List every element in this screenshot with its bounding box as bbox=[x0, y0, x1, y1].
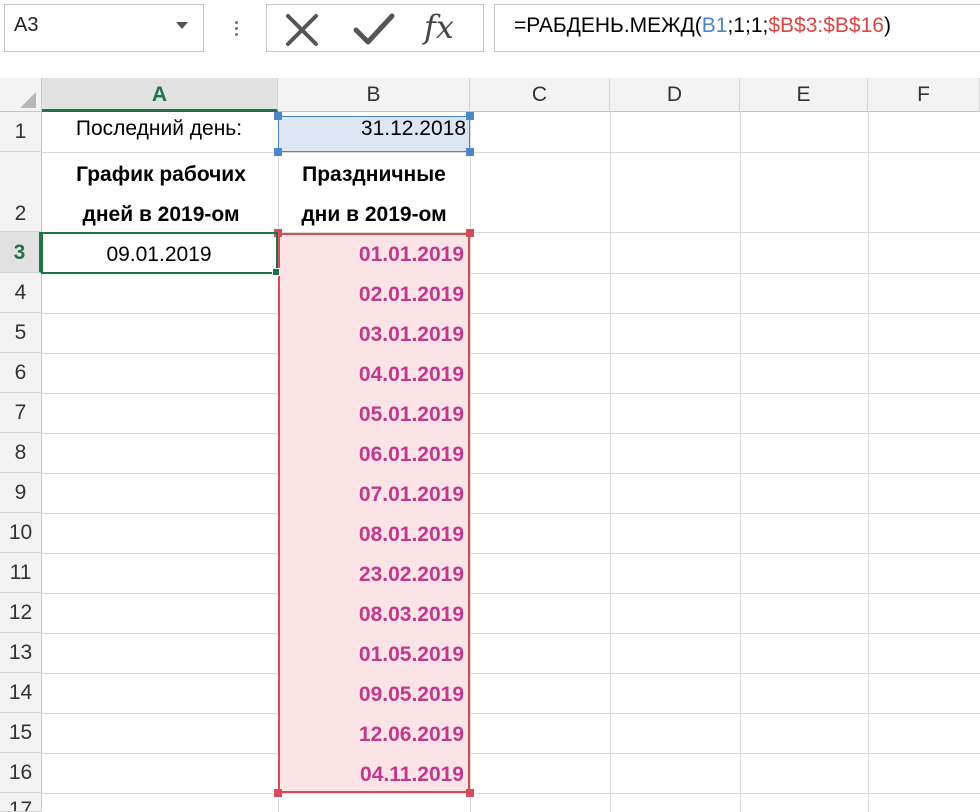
formula-mid: ;1;1; bbox=[727, 14, 769, 37]
holiday-cell[interactable]: 03.01.2019 bbox=[280, 323, 464, 347]
cell-a2-line1[interactable]: График рабочих bbox=[44, 163, 278, 187]
row-header-17[interactable]: 17 bbox=[0, 793, 42, 812]
grid-line bbox=[42, 393, 980, 394]
row-header-1[interactable]: 1 bbox=[0, 112, 42, 152]
column-header-b[interactable]: B bbox=[278, 78, 470, 112]
row-header-11[interactable]: 11 bbox=[0, 553, 42, 593]
cell-a1[interactable]: Последний день: bbox=[44, 117, 274, 141]
grid-line bbox=[740, 112, 741, 812]
row-header-12[interactable]: 12 bbox=[0, 593, 42, 633]
cancel-icon[interactable] bbox=[282, 12, 322, 48]
formula-ref-b1: B1 bbox=[701, 14, 728, 37]
cell-b2-line2[interactable]: дни в 2019-ом bbox=[278, 203, 470, 227]
holiday-cell[interactable]: 08.03.2019 bbox=[280, 603, 464, 627]
grid-line bbox=[42, 673, 980, 674]
row-header-9[interactable]: 9 bbox=[0, 473, 42, 513]
holiday-cell[interactable]: 04.01.2019 bbox=[280, 363, 464, 387]
select-all-icon bbox=[20, 92, 36, 108]
row-header-3[interactable]: 3 bbox=[0, 232, 42, 273]
grid-line bbox=[42, 713, 980, 714]
row-header-13[interactable]: 13 bbox=[0, 633, 42, 673]
holiday-range-highlight bbox=[278, 233, 470, 793]
row-header-5[interactable]: 5 bbox=[0, 313, 42, 353]
holiday-cell[interactable]: 07.01.2019 bbox=[280, 483, 464, 507]
column-header-e[interactable]: E bbox=[740, 78, 868, 112]
check-icon[interactable] bbox=[352, 12, 396, 48]
formula-text: =РАБДЕНЬ.МЕЖД(B1;1;1;$B$3:$B$16) bbox=[514, 14, 891, 38]
more-options-icon[interactable] bbox=[228, 18, 244, 48]
row-header-6[interactable]: 6 bbox=[0, 353, 42, 393]
grid-line bbox=[42, 313, 980, 314]
holiday-cell[interactable]: 12.06.2019 bbox=[280, 723, 464, 747]
row-header-7[interactable]: 7 bbox=[0, 393, 42, 433]
grid-line bbox=[610, 112, 611, 812]
grid-line bbox=[42, 553, 980, 554]
range-handle-holidays-tr[interactable] bbox=[466, 229, 474, 237]
range-handle-b1-bl[interactable] bbox=[274, 148, 282, 156]
active-cell-border bbox=[41, 232, 278, 274]
holiday-cell[interactable]: 23.02.2019 bbox=[280, 563, 464, 587]
fill-handle[interactable] bbox=[272, 268, 280, 276]
row-header-16[interactable]: 16 bbox=[0, 753, 42, 793]
holiday-cell[interactable]: 09.05.2019 bbox=[280, 683, 464, 707]
formula-prefix: =РАБДЕНЬ.МЕЖД( bbox=[514, 14, 702, 37]
grid-line bbox=[42, 513, 980, 514]
range-handle-holidays-bl[interactable] bbox=[274, 789, 282, 797]
range-handle-holidays-br[interactable] bbox=[466, 789, 474, 797]
column-header-d[interactable]: D bbox=[610, 78, 740, 112]
column-header-a[interactable]: A bbox=[42, 78, 278, 112]
insert-function-icon[interactable]: fx bbox=[424, 8, 476, 50]
grid-line bbox=[42, 152, 980, 153]
grid-line bbox=[42, 793, 980, 794]
grid-line bbox=[42, 753, 980, 754]
holiday-cell[interactable]: 05.01.2019 bbox=[280, 403, 464, 427]
row-header-2[interactable]: 2 bbox=[0, 152, 42, 232]
formula-suffix: ) bbox=[883, 14, 891, 37]
name-box-value: A3 bbox=[14, 14, 39, 36]
holiday-cell[interactable]: 04.11.2019 bbox=[280, 763, 464, 787]
range-handle-b1-tr[interactable] bbox=[466, 112, 474, 120]
grid-line bbox=[470, 112, 471, 812]
holiday-cell[interactable]: 01.01.2019 bbox=[280, 243, 464, 267]
holiday-cell[interactable]: 01.05.2019 bbox=[280, 643, 464, 667]
formula-ref-range: $B$3:$B$16 bbox=[768, 14, 884, 37]
cell-a2-line2[interactable]: дней в 2019-ом bbox=[44, 203, 278, 227]
grid-line bbox=[868, 112, 869, 812]
column-header-f[interactable]: F bbox=[868, 78, 980, 112]
grid-line bbox=[42, 353, 980, 354]
cell-b2-line1[interactable]: Праздничные bbox=[278, 163, 470, 187]
holiday-cell[interactable]: 08.01.2019 bbox=[280, 523, 464, 547]
column-header-c[interactable]: C bbox=[470, 78, 610, 112]
row-header-4[interactable]: 4 bbox=[0, 273, 42, 313]
row-header-15[interactable]: 15 bbox=[0, 713, 42, 753]
holiday-cell[interactable]: 02.01.2019 bbox=[280, 283, 464, 307]
grid-line bbox=[42, 633, 980, 634]
row-header-14[interactable]: 14 bbox=[0, 673, 42, 713]
grid-line bbox=[42, 593, 980, 594]
grid-line bbox=[42, 473, 980, 474]
holiday-cell[interactable]: 06.01.2019 bbox=[280, 443, 464, 467]
cell-b1[interactable]: 31.12.2018 bbox=[280, 117, 466, 141]
row-header-8[interactable]: 8 bbox=[0, 433, 42, 473]
chevron-down-icon[interactable] bbox=[176, 22, 188, 29]
row-header-10[interactable]: 10 bbox=[0, 513, 42, 553]
range-handle-b1-br[interactable] bbox=[466, 148, 474, 156]
grid-line bbox=[42, 433, 980, 434]
